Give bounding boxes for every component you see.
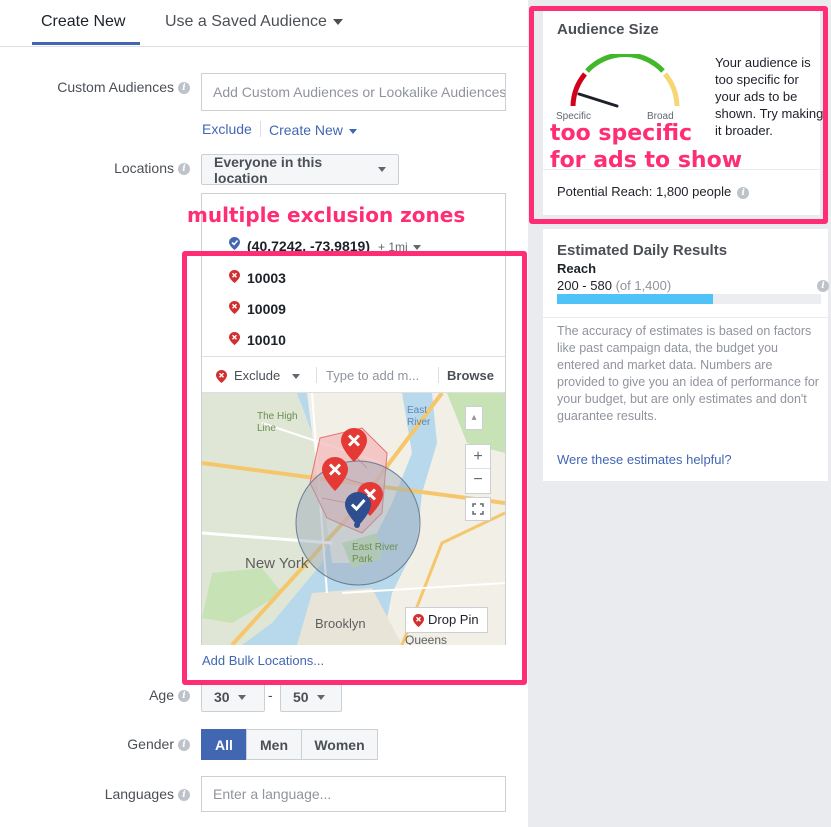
locations-label-text: Locations: [114, 160, 174, 176]
caret-down-icon: [412, 244, 421, 250]
caret-down-icon: [316, 694, 325, 700]
info-icon[interactable]: i: [178, 690, 190, 703]
info-icon[interactable]: i: [178, 739, 190, 752]
specific-annotation: too specific for ads to show: [550, 120, 742, 174]
gender-women-button[interactable]: Women: [301, 729, 378, 760]
specific-annotation-line1: too specific: [550, 121, 693, 146]
audience-size-highlight-box: [529, 6, 828, 224]
age-label-text: Age: [149, 687, 174, 703]
gender-label: Gender i: [20, 736, 190, 752]
reach-range-value: 200 - 580: [557, 278, 612, 293]
exclude-audience-link[interactable]: Exclude: [202, 121, 252, 137]
age-min-dropdown[interactable]: 30: [201, 682, 265, 712]
info-icon[interactable]: i: [178, 82, 190, 95]
info-icon[interactable]: i: [817, 280, 829, 292]
gender-all-button[interactable]: All: [201, 729, 247, 760]
reach-label: Reach: [557, 261, 597, 276]
active-tab-indicator: [32, 42, 140, 45]
estimates-helpful-link[interactable]: Were these estimates helpful?: [557, 452, 732, 467]
caret-down-icon: [348, 128, 357, 134]
age-label: Age i: [20, 687, 190, 703]
custom-audiences-label: Custom Audiences i: [20, 79, 190, 95]
daily-results-card: Estimated Daily Results Reach 200 - 580 …: [543, 229, 829, 481]
tab-saved-audience[interactable]: Use a Saved Audience: [165, 13, 343, 31]
languages-label: Languages i: [20, 786, 190, 802]
exclusion-annotation: multiple exclusion zones: [187, 203, 466, 227]
locations-type-dropdown[interactable]: Everyone in this location: [201, 153, 399, 186]
include-pin-icon: [229, 237, 240, 250]
languages-input[interactable]: Enter a language...: [201, 776, 506, 812]
reach-total: (of 1,400): [615, 278, 672, 293]
info-icon[interactable]: i: [178, 163, 190, 176]
age-range-dash: -: [268, 687, 273, 703]
audience-tabs: Create New Use a Saved Audience: [0, 0, 528, 47]
gender-men-button[interactable]: Men: [246, 729, 302, 760]
estimates-disclaimer: The accuracy of estimates is based on fa…: [557, 324, 819, 423]
link-separator: [260, 121, 261, 137]
exclusion-highlight-box: [182, 251, 527, 685]
caret-down-icon: [332, 18, 343, 25]
tab-create-new[interactable]: Create New: [41, 13, 125, 31]
age-max-value: 50: [293, 689, 309, 705]
card-divider: [543, 317, 828, 318]
create-new-audience-label: Create New: [269, 122, 343, 138]
caret-down-icon: [237, 694, 246, 700]
age-max-dropdown[interactable]: 50: [280, 682, 342, 712]
reach-bar-fill: [557, 294, 713, 304]
specific-annotation-line2: for ads to show: [550, 148, 743, 173]
tab-saved-audience-label: Use a Saved Audience: [165, 13, 327, 30]
gender-label-text: Gender: [127, 736, 174, 752]
caret-down-icon: [378, 167, 386, 172]
tabs-divider: [0, 46, 528, 47]
languages-label-text: Languages: [104, 786, 174, 802]
reach-bar-track: [557, 294, 821, 304]
create-new-audience-link[interactable]: Create New: [269, 122, 357, 138]
locations-label: Locations i: [20, 160, 190, 176]
age-min-value: 30: [214, 689, 230, 705]
daily-results-title: Estimated Daily Results: [557, 242, 728, 259]
locations-type-value: Everyone in this location: [214, 153, 323, 186]
reach-range: 200 - 580 (of 1,400): [557, 278, 671, 293]
custom-audiences-input[interactable]: Add Custom Audiences or Lookalike Audien…: [201, 73, 506, 111]
info-icon[interactable]: i: [178, 789, 190, 802]
custom-audiences-label-text: Custom Audiences: [57, 79, 174, 95]
